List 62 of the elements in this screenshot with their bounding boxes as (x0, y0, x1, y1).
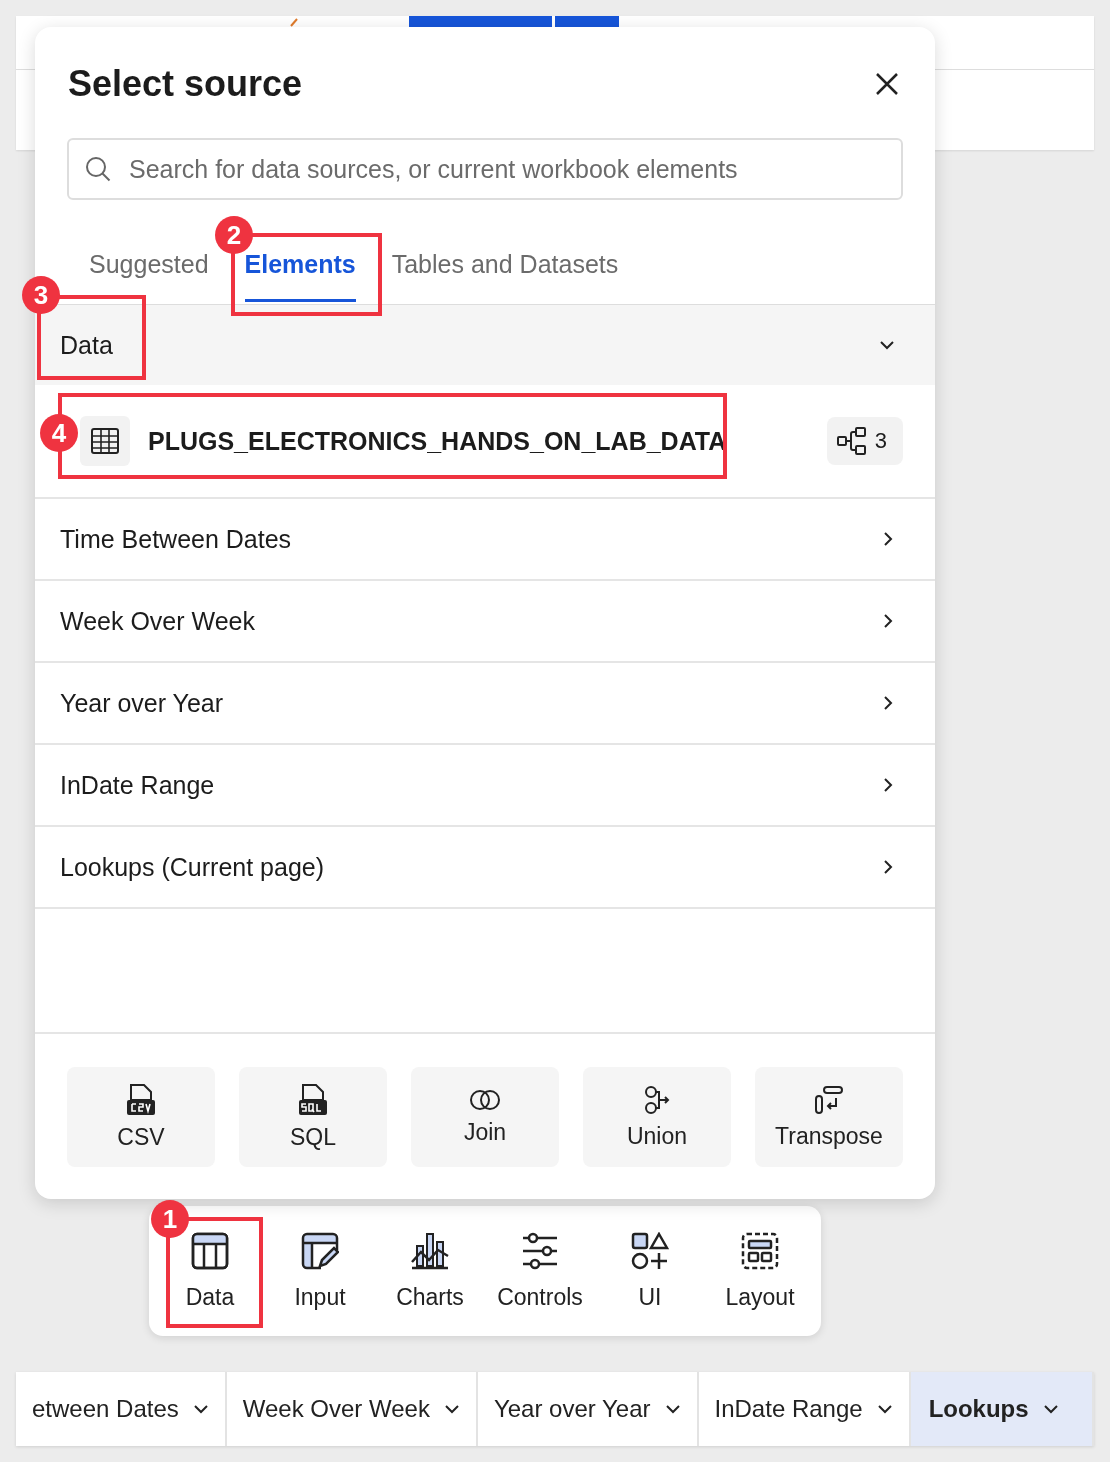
controls-tool-button[interactable]: Controls (492, 1227, 588, 1315)
lineage-count-badge[interactable]: 3 (826, 417, 903, 465)
publish-menu-button[interactable] (555, 16, 619, 27)
csv-file-icon (126, 1083, 156, 1116)
page-tab[interactable]: Year over Year (477, 1372, 699, 1446)
chevron-down-icon (876, 1404, 893, 1414)
chevron-down-icon (879, 340, 895, 350)
group-label: Lookups (Current page) (60, 852, 325, 882)
union-icon (643, 1084, 671, 1115)
section-label: Data (60, 330, 113, 360)
group-label: InDate Range (60, 770, 215, 800)
page-tab[interactable]: Week Over Week (226, 1372, 478, 1446)
source-tab[interactable]: Tables and Datasets (391, 250, 619, 294)
input-tool-button[interactable]: Input (272, 1227, 368, 1315)
sql-source-button[interactable]: SQL (239, 1067, 387, 1167)
layout-icon (741, 1231, 779, 1270)
chevron-down-icon (1042, 1404, 1059, 1414)
page-tab[interactable]: etween Dates (16, 1372, 227, 1446)
group-label: Time Between Dates (60, 524, 292, 554)
table-icon (191, 1231, 229, 1270)
group-label: Year over Year (60, 688, 224, 718)
charts-tool-button[interactable]: Charts (382, 1227, 478, 1315)
chart-icon (410, 1231, 450, 1270)
element-name: PLUGS_ELECTRONICS_HANDS_ON_LAB_DATA (148, 426, 728, 456)
shapes-icon (631, 1231, 669, 1270)
chevron-right-icon (883, 859, 893, 875)
sliders-icon (521, 1231, 559, 1270)
csv-source-button[interactable]: CSV (67, 1067, 215, 1167)
transpose-icon (814, 1084, 844, 1115)
source-tab[interactable]: Elements (244, 250, 356, 302)
element-group-row[interactable]: Week Over Week (35, 581, 935, 663)
dialog-title: Select source (68, 63, 303, 105)
step-number-badge: 1 (151, 1200, 189, 1238)
element-group-row[interactable]: Lookups (Current page) (35, 827, 935, 909)
venn-circles-icon (468, 1088, 502, 1111)
pencil-icon (290, 18, 298, 27)
chevron-down-icon (664, 1404, 681, 1414)
source-tab[interactable]: Suggested (89, 250, 209, 294)
element-group-row[interactable]: Time Between Dates (35, 499, 935, 581)
group-label: Week Over Week (60, 606, 255, 636)
search-field[interactable]: Search for data sources, or current workbook elements (67, 138, 903, 200)
lineage-icon (836, 426, 867, 456)
publish-button[interactable] (409, 16, 552, 27)
chevron-down-icon (443, 1404, 460, 1414)
element-group-row[interactable]: InDate Range (35, 745, 935, 827)
chevron-right-icon (883, 531, 893, 547)
edit-table-icon (301, 1231, 339, 1270)
table-icon (91, 428, 119, 454)
chevron-right-icon (883, 613, 893, 629)
element-group-row[interactable]: Year over Year (35, 663, 935, 745)
chevron-down-icon (192, 1404, 209, 1414)
chevron-right-icon (883, 695, 893, 711)
page-tab[interactable]: Lookups (910, 1372, 1094, 1446)
join-source-button[interactable]: Join (411, 1067, 559, 1167)
chevron-right-icon (883, 777, 893, 793)
section-header[interactable]: Data (35, 305, 935, 385)
sql-file-icon (298, 1083, 328, 1116)
layout-tool-button[interactable]: Layout (712, 1227, 808, 1315)
step-number-badge: 3 (22, 276, 60, 314)
ui-tool-button[interactable]: UI (602, 1227, 698, 1315)
transpose-source-button[interactable]: Transpose (755, 1067, 903, 1167)
union-source-button[interactable]: Union (583, 1067, 731, 1167)
